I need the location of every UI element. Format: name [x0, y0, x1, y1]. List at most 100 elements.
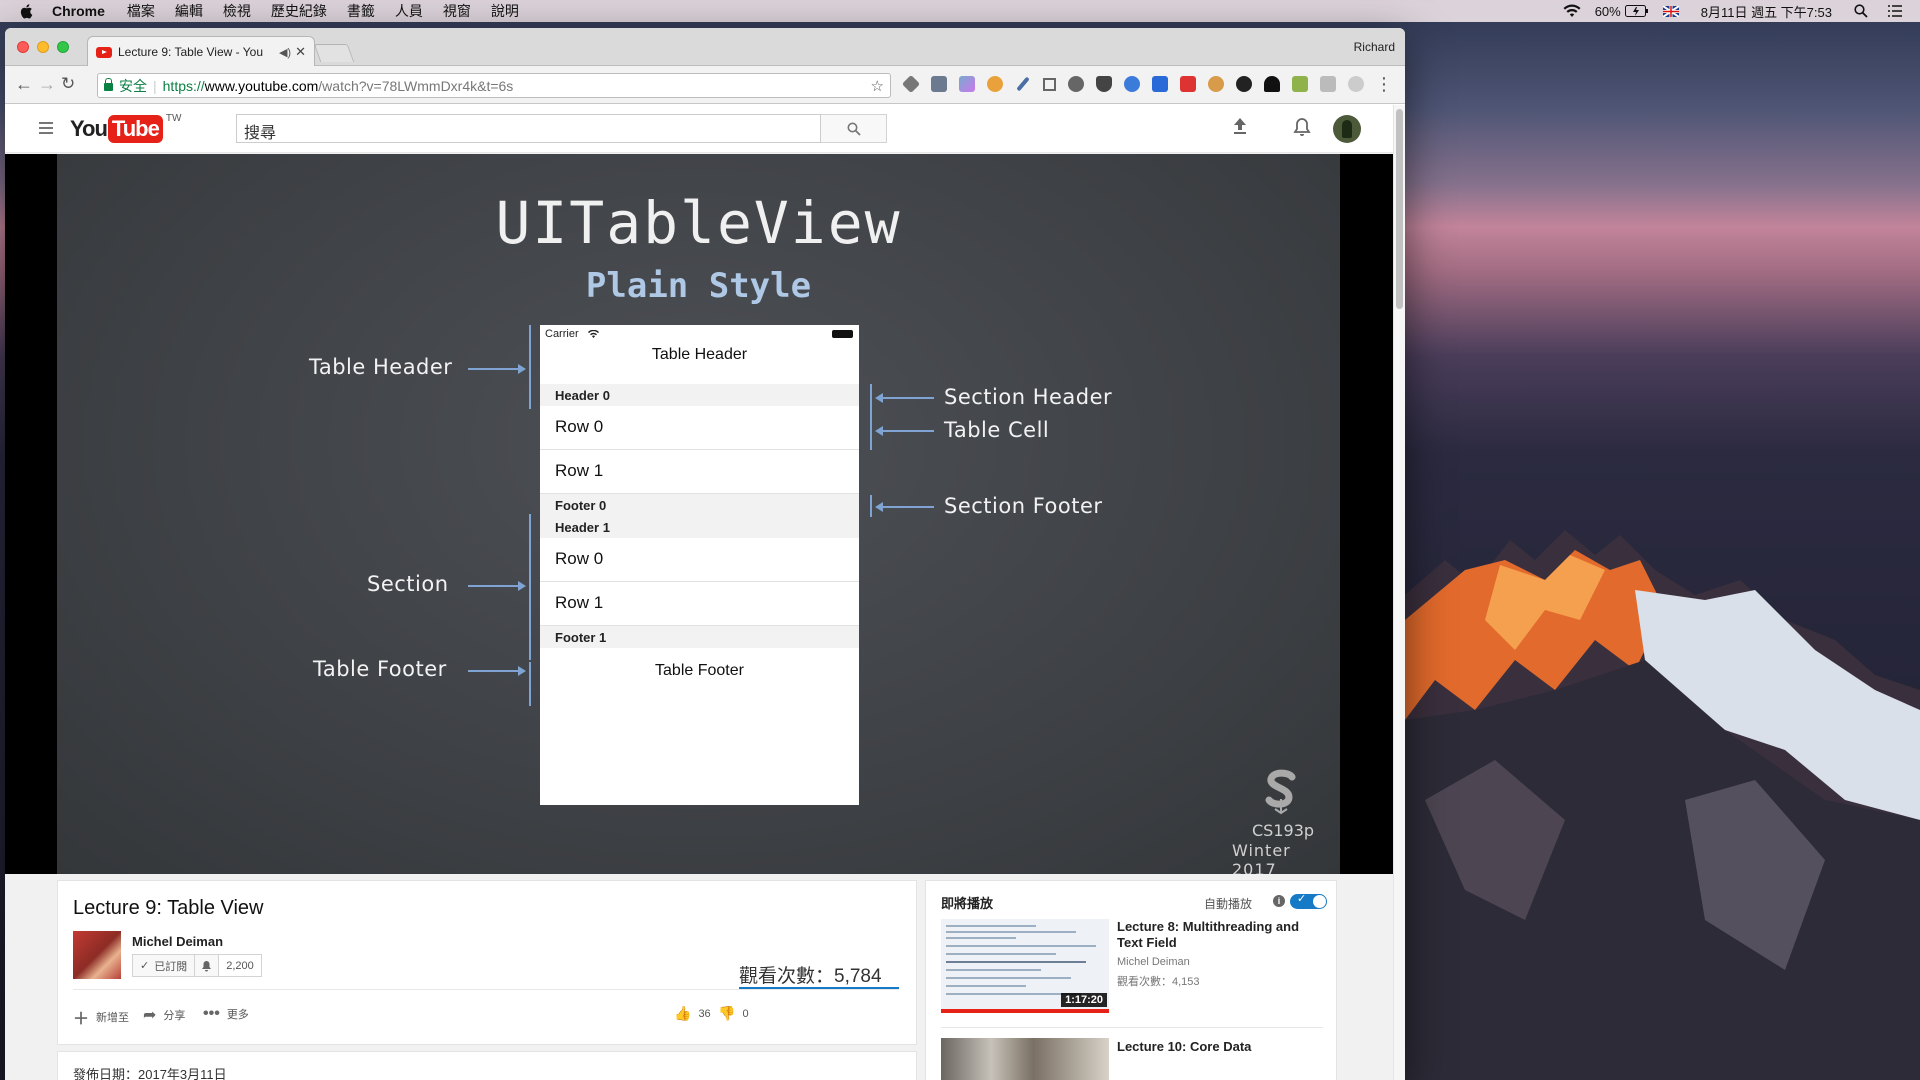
extension-pocket-icon[interactable]: [1096, 76, 1112, 92]
menu-people[interactable]: 人員: [395, 1, 423, 21]
extension-cookie-icon[interactable]: [1208, 76, 1224, 92]
channel-avatar[interactable]: [73, 931, 121, 979]
like-button[interactable]: 👍 36: [674, 1005, 711, 1022]
menubar-clock[interactable]: 8月11日 週五 下午7:53: [1701, 2, 1832, 21]
video-description-card: 發佈日期：2017年3月11日: [57, 1051, 917, 1080]
extension-eyedropper-icon[interactable]: [1016, 76, 1030, 92]
course-code: CS193p: [1252, 821, 1315, 840]
upload-icon[interactable]: [1232, 117, 1248, 135]
video-player[interactable]: UITableView Plain Style Table Header Sec…: [5, 154, 1393, 874]
guide-menu-icon[interactable]: [39, 122, 53, 134]
chrome-menu-icon[interactable]: ⋮: [1375, 74, 1393, 95]
bookmark-star-icon[interactable]: ☆: [871, 77, 884, 95]
label-section-header: Section Header: [944, 385, 1113, 409]
menubar-status-area: 60% 8月11日 週五 下午7:53: [1549, 2, 1902, 21]
menu-view[interactable]: 檢視: [223, 1, 251, 21]
thumb-code-line: [946, 985, 1026, 987]
search-button[interactable]: [821, 114, 887, 143]
youtube-logo[interactable]: You Tube TW: [70, 113, 181, 143]
thumb-code-line: [946, 925, 1036, 927]
extension-camera-icon[interactable]: [1320, 76, 1336, 92]
account-avatar[interactable]: [1333, 115, 1361, 143]
new-tab-button[interactable]: [313, 44, 355, 62]
url-path: /watch?v=78LWmmDxr4k&t=6s: [318, 77, 514, 94]
info-icon[interactable]: i: [1273, 895, 1285, 907]
thumb-code-line: [946, 969, 1041, 971]
notification-center-icon[interactable]: [1888, 5, 1902, 17]
thumb-code-line: [946, 937, 1016, 939]
arrow-table-footer: [468, 666, 526, 676]
scrollbar-thumb[interactable]: [1396, 109, 1403, 309]
menu-app-name[interactable]: Chrome: [52, 3, 105, 19]
extension-text-icon[interactable]: [931, 76, 947, 92]
extension-bug-icon[interactable]: [1068, 76, 1084, 92]
second-video-thumbnail[interactable]: [941, 1038, 1109, 1080]
extension-sync-icon[interactable]: [1348, 76, 1364, 92]
notifications-bell-icon[interactable]: [1293, 117, 1311, 137]
url-separator: |: [153, 77, 157, 94]
phone-carrier: Carrier: [545, 328, 579, 340]
up-next-panel: 即將播放 自動播放 i ✓ 1:17:20 Lecture 8: Multith…: [925, 880, 1337, 1080]
menu-file[interactable]: 檔案: [127, 1, 155, 21]
stanford-logo-icon: [1265, 769, 1296, 815]
second-video-title[interactable]: Lecture 10: Core Data: [1117, 1039, 1251, 1054]
extension-globe-icon[interactable]: [1124, 76, 1140, 92]
extension-ghost-icon[interactable]: [1264, 76, 1280, 92]
up-next-label: 即將播放: [941, 896, 994, 911]
add-to-button[interactable]: ＋ 新增至: [73, 1005, 129, 1029]
extension-move-icon[interactable]: [1043, 77, 1056, 91]
close-tab-icon[interactable]: ✕: [295, 44, 306, 60]
more-label: 更多: [226, 1009, 249, 1021]
minimize-window-button[interactable]: [37, 41, 49, 53]
extension-calendar-icon[interactable]: [1180, 76, 1196, 92]
back-icon[interactable]: ←: [15, 74, 33, 94]
zoom-window-button[interactable]: [57, 41, 69, 53]
extension-tag-icon[interactable]: [987, 76, 1003, 92]
next-video-thumbnail[interactable]: 1:17:20: [941, 919, 1109, 1013]
subscribed-button[interactable]: ✓ 已訂閱: [132, 954, 196, 977]
divider: [941, 1027, 1323, 1028]
flag-uk-icon[interactable]: [1662, 5, 1679, 17]
menu-bookmarks[interactable]: 書籤: [347, 1, 375, 21]
extension-badge-icon[interactable]: [1292, 76, 1308, 92]
thumb-code-line: [946, 953, 1056, 955]
search-input[interactable]: 搜尋: [236, 114, 821, 143]
phone-row-1b: Row 1: [540, 582, 859, 626]
menu-edit[interactable]: 編輯: [175, 1, 203, 21]
phone-header-1: Header 1: [540, 516, 859, 538]
apple-icon[interactable]: [18, 2, 36, 20]
bell-icon: [202, 960, 212, 971]
browser-toolbar: ← → ↻ 安全 | https://www.youtube.com/watch…: [5, 66, 1405, 104]
menu-history[interactable]: 歷史紀錄: [271, 1, 327, 21]
chrome-window: Lecture 9: Table View - You ◀) ✕ Richard…: [5, 28, 1405, 1080]
forward-icon[interactable]: →: [38, 74, 56, 94]
channel-name[interactable]: Michel Deiman: [132, 934, 223, 949]
share-button[interactable]: ➦ 分享: [143, 1005, 185, 1025]
spotlight-icon[interactable]: [1854, 4, 1868, 18]
reload-icon[interactable]: ↻: [61, 74, 75, 94]
notification-bell-button[interactable]: [195, 954, 220, 977]
more-button[interactable]: ••• 更多: [203, 1005, 249, 1023]
autoplay-toggle[interactable]: ✓: [1290, 893, 1327, 909]
profile-name[interactable]: Richard: [1354, 40, 1395, 54]
menu-help[interactable]: 說明: [491, 1, 519, 21]
dislike-button[interactable]: 👎 0: [718, 1005, 749, 1022]
bracket-table-header: [529, 325, 531, 409]
page-scrollbar[interactable]: [1393, 105, 1405, 1080]
dislike-count: 0: [742, 1007, 749, 1020]
extension-cube-icon[interactable]: [901, 74, 921, 94]
address-bar[interactable]: 安全 | https://www.youtube.com/watch?v=78L…: [97, 73, 891, 98]
wifi-icon[interactable]: [1563, 4, 1581, 18]
arrow-section-footer: [875, 502, 934, 512]
extension-chart-icon[interactable]: [1236, 76, 1252, 92]
extension-color-icon[interactable]: [959, 76, 975, 92]
browser-tab-active[interactable]: Lecture 9: Table View - You ◀) ✕: [87, 36, 315, 67]
slide-title: UITableView: [495, 189, 902, 257]
audio-playing-icon[interactable]: ◀): [279, 46, 291, 59]
menu-window[interactable]: 視窗: [443, 1, 471, 21]
next-video-title[interactable]: Lecture 8: Multithreading and Text Field: [1117, 919, 1322, 951]
extension-r-icon[interactable]: [1152, 76, 1168, 92]
close-window-button[interactable]: [17, 41, 29, 53]
arrow-table-header: [468, 364, 526, 374]
battery-icon[interactable]: [1624, 5, 1649, 17]
